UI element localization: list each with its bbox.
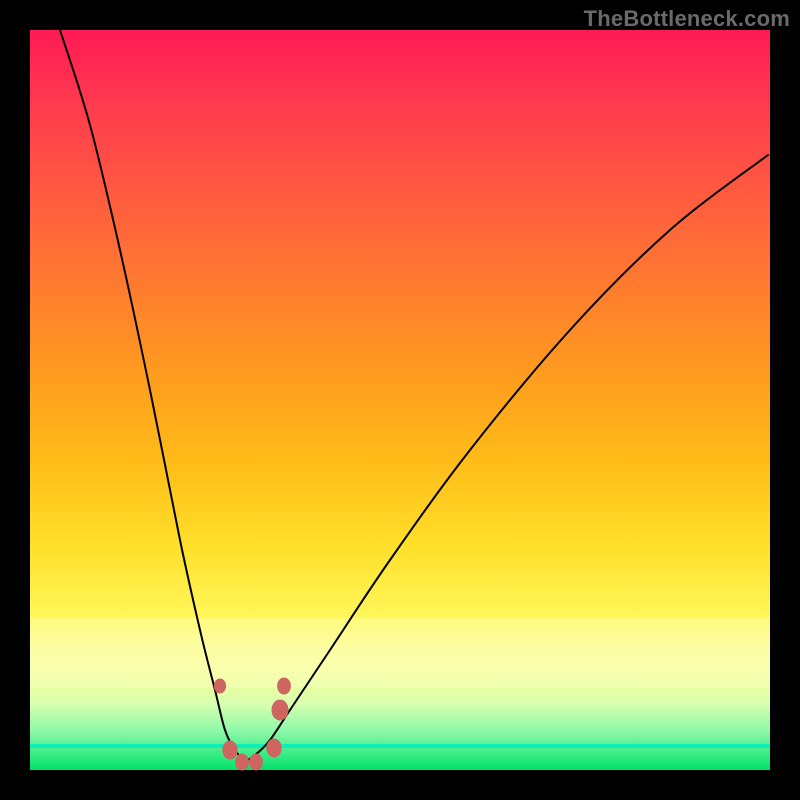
watermark-text: TheBottleneck.com (584, 6, 790, 32)
curve-marker (278, 678, 291, 694)
curve-marker (267, 739, 281, 757)
marker-layer (214, 678, 290, 770)
curve-marker (236, 754, 249, 770)
curve-marker (250, 754, 263, 770)
curve-marker (223, 741, 237, 759)
chart-frame (30, 30, 770, 770)
curve-marker (214, 679, 225, 693)
bottleneck-chart (30, 30, 770, 770)
curve-marker (272, 700, 288, 720)
bottleneck-curve-path (60, 30, 768, 760)
